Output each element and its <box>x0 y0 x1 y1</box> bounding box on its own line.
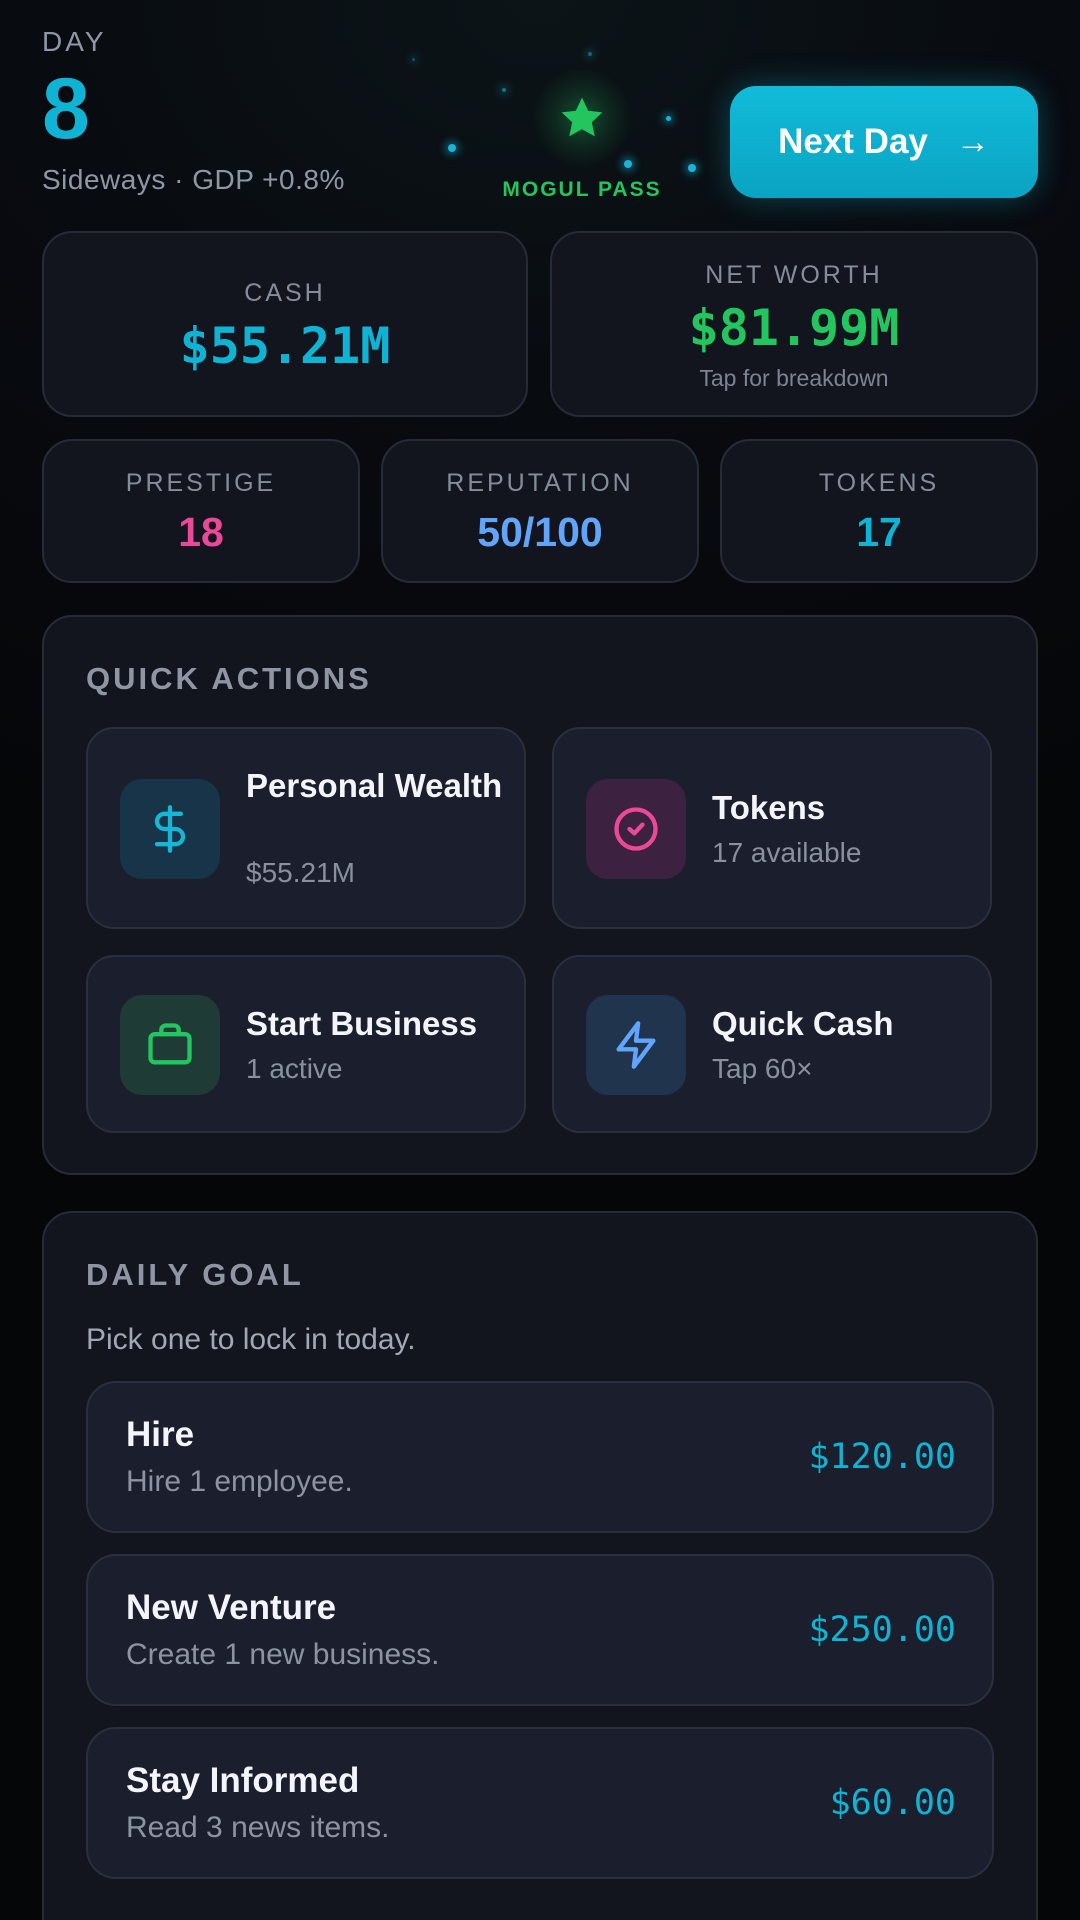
cash-card: CASH $55.21M <box>42 231 528 417</box>
check-circle-icon <box>614 807 658 851</box>
goal-title: New Venture <box>126 1588 337 1627</box>
star-icon <box>561 97 603 137</box>
prestige-label: PRESTIGE <box>125 469 277 497</box>
dollar-icon-box <box>120 779 220 879</box>
quick-actions-title: QUICK ACTIONS <box>86 661 372 696</box>
particle-dot <box>448 144 456 152</box>
day-label: DAY <box>42 26 107 57</box>
header: DAY 8 Sideways · GDP +0.8% MOGUL PASS Ne… <box>42 26 1038 206</box>
arrow-right-icon: → <box>955 122 990 161</box>
reputation-card: REPUTATION 50/100 <box>381 439 699 583</box>
particle-dot <box>412 58 415 61</box>
tokens-card: TOKENS 17 <box>720 439 1038 583</box>
dollar-icon <box>154 805 186 853</box>
goal-new-venture[interactable]: New Venture Create 1 new business. $250.… <box>86 1554 994 1706</box>
mogul-pass-label: MOGUL PASS <box>502 178 662 201</box>
briefcase-icon-box <box>120 995 220 1095</box>
goal-description: Read 3 news items. <box>126 1811 390 1844</box>
goal-reward: $60.00 <box>829 1783 956 1823</box>
particle-dot <box>624 160 632 168</box>
tokens-tile[interactable]: Tokens 17 available <box>552 727 992 929</box>
particle-dot <box>666 116 671 121</box>
goal-title: Hire <box>126 1415 195 1454</box>
cash-value: $55.21M <box>179 317 391 375</box>
daily-goal-subtitle: Pick one to lock in today. <box>86 1323 416 1356</box>
start-business-tile[interactable]: Start Business 1 active <box>86 955 526 1133</box>
day-number: 8 <box>42 61 90 157</box>
goal-description: Create 1 new business. <box>126 1638 440 1671</box>
net-worth-value: $81.99M <box>688 299 900 357</box>
tokens-label: TOKENS <box>818 469 940 497</box>
quick-cash-subtitle: Tap 60× <box>712 1053 813 1084</box>
particle-dot <box>588 52 592 56</box>
check-circle-icon-box <box>586 779 686 879</box>
goal-title: Stay Informed <box>126 1761 360 1800</box>
net-worth-label: NET WORTH <box>705 261 883 289</box>
reputation-label: REPUTATION <box>446 469 634 497</box>
briefcase-icon <box>148 1023 192 1065</box>
reputation-value: 50/100 <box>477 509 603 555</box>
particle-dot <box>688 164 696 172</box>
lightning-icon-box <box>586 995 686 1095</box>
goal-stay-informed[interactable]: Stay Informed Read 3 news items. $60.00 <box>86 1727 994 1879</box>
goal-reward: $250.00 <box>808 1610 956 1650</box>
lightning-icon <box>616 1021 656 1069</box>
quick-actions-panel: QUICK ACTIONS Personal Wealth $55.21M To… <box>42 615 1038 1175</box>
personal-wealth-title: Personal Wealth <box>246 767 503 804</box>
tokens-value: 17 <box>856 509 902 555</box>
quick-cash-title: Quick Cash <box>712 1005 894 1042</box>
daily-goal-panel: DAILY GOAL Pick one to lock in today. Hi… <box>42 1211 1038 1920</box>
next-day-button[interactable]: Next Day → <box>730 86 1038 198</box>
goal-hire[interactable]: Hire Hire 1 employee. $120.00 <box>86 1381 994 1533</box>
personal-wealth-subtitle: $55.21M <box>246 857 355 888</box>
personal-wealth-tile[interactable]: Personal Wealth $55.21M <box>86 727 526 929</box>
goal-description: Hire 1 employee. <box>126 1465 353 1498</box>
cash-label: CASH <box>244 279 326 307</box>
net-worth-card[interactable]: NET WORTH $81.99M Tap for breakdown <box>550 231 1038 417</box>
particle-dot <box>502 88 506 92</box>
tokens-title: Tokens <box>712 789 826 826</box>
tokens-subtitle: 17 available <box>712 837 862 868</box>
prestige-value: 18 <box>178 509 224 555</box>
market-status: Sideways · GDP +0.8% <box>42 164 345 195</box>
prestige-card: PRESTIGE 18 <box>42 439 360 583</box>
net-worth-hint: Tap for breakdown <box>699 365 889 391</box>
goal-reward: $120.00 <box>808 1437 956 1477</box>
next-day-label: Next Day <box>778 122 928 161</box>
start-business-title: Start Business <box>246 1005 478 1042</box>
mogul-pass[interactable]: MOGUL PASS <box>462 68 702 208</box>
daily-goal-title: DAILY GOAL <box>86 1257 304 1292</box>
start-business-subtitle: 1 active <box>246 1053 343 1084</box>
quick-cash-tile[interactable]: Quick Cash Tap 60× <box>552 955 992 1133</box>
